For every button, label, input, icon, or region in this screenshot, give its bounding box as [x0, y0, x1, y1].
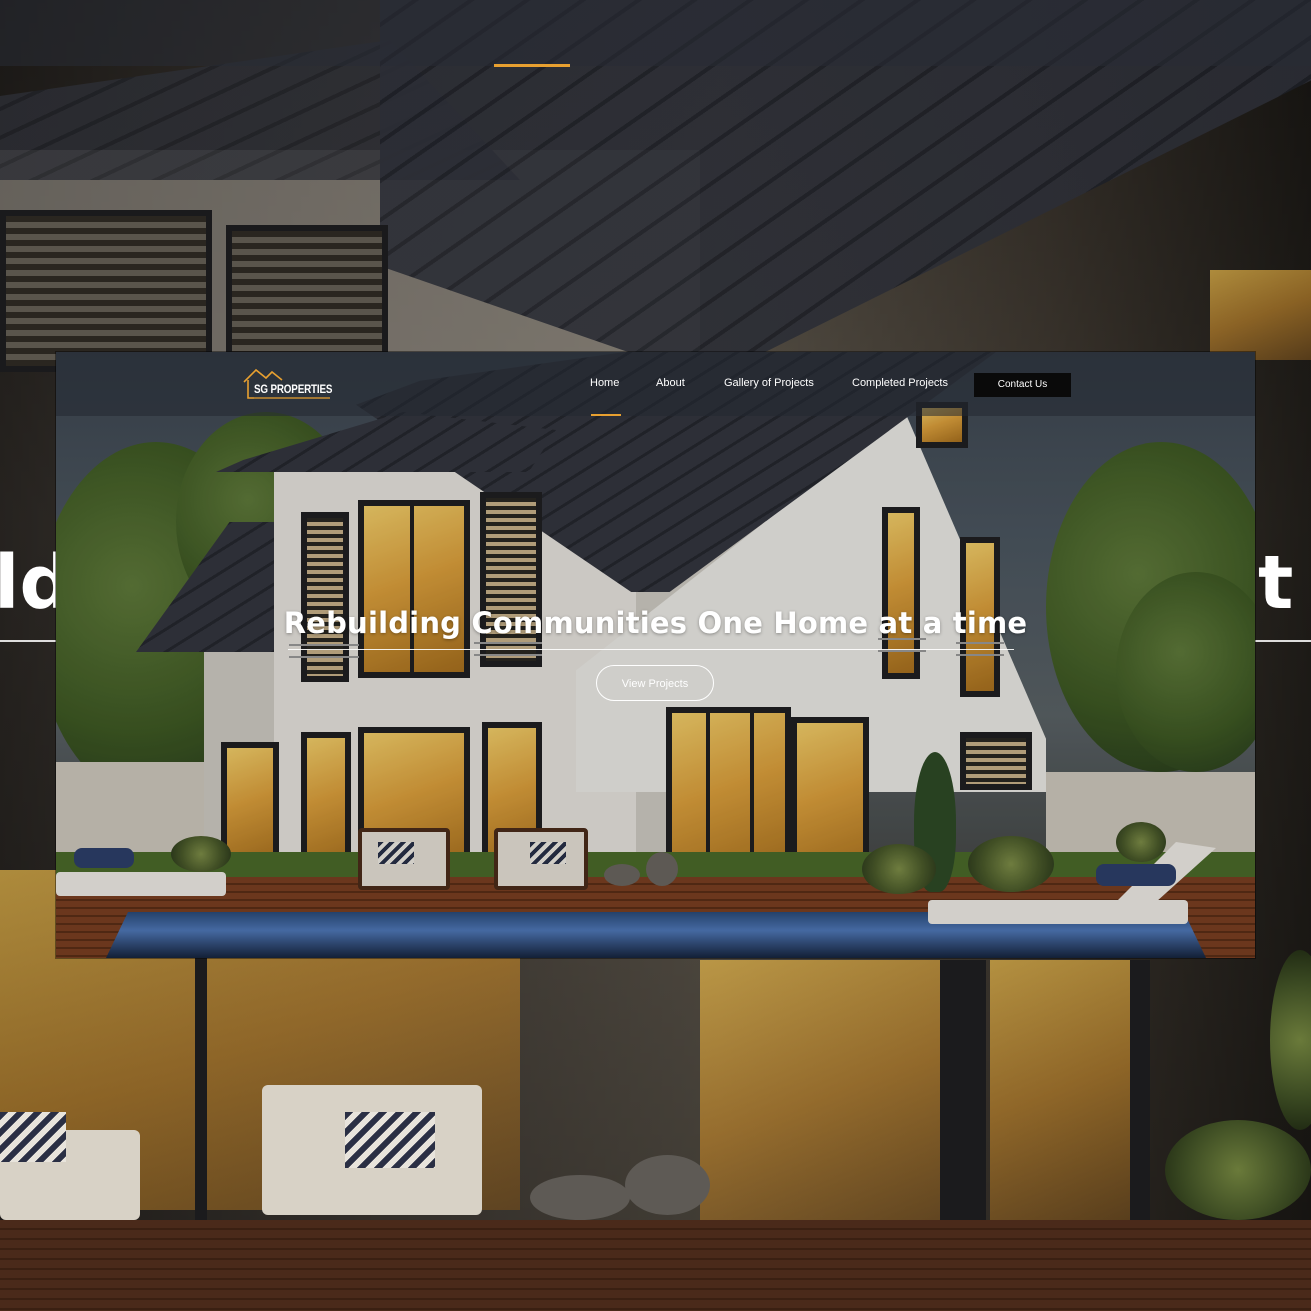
site-navbar: SG PROPERTIES Home About Gallery of Proj… — [56, 352, 1255, 416]
background-lit-window — [1210, 270, 1311, 360]
background-lit-window — [990, 960, 1130, 1220]
background-bush — [1165, 1120, 1311, 1220]
background-rock — [530, 1175, 630, 1220]
image-darken-overlay — [56, 352, 1255, 958]
background-window-frame — [1130, 960, 1150, 1220]
background-window — [226, 225, 388, 372]
background-window-frame — [940, 960, 986, 1240]
view-projects-button[interactable]: View Projects — [596, 665, 714, 701]
background-bush — [1270, 950, 1311, 1130]
background-pillow — [0, 1112, 66, 1162]
hero-title-divider — [288, 649, 1014, 650]
background-nav-underline — [494, 64, 570, 67]
contact-us-button[interactable]: Contact Us — [974, 373, 1071, 397]
logo-text: SG PROPERTIES — [254, 382, 333, 396]
background-rock — [625, 1155, 710, 1215]
brand-logo[interactable]: SG PROPERTIES — [242, 368, 334, 402]
background-navbar — [0, 0, 1311, 66]
background-window — [0, 210, 212, 372]
background-title-rule — [0, 640, 60, 642]
nav-item-about[interactable]: About — [656, 377, 685, 389]
background-lit-window — [700, 960, 960, 1230]
background-deck — [0, 1220, 1311, 1311]
background-pillow — [345, 1112, 435, 1168]
hero-title: Rebuilding Communities One Home at a tim… — [283, 606, 1028, 640]
nav-item-home[interactable]: Home — [590, 377, 619, 389]
background-title-fragment-right: t — [1258, 540, 1294, 626]
background-title-rule — [1255, 640, 1311, 642]
nav-item-completed-projects[interactable]: Completed Projects — [852, 377, 948, 389]
hero-background-image — [56, 352, 1255, 958]
active-nav-underline — [591, 414, 621, 416]
nav-item-gallery[interactable]: Gallery of Projects — [724, 377, 814, 389]
website-screenshot: SG PROPERTIES Home About Gallery of Proj… — [56, 352, 1255, 958]
